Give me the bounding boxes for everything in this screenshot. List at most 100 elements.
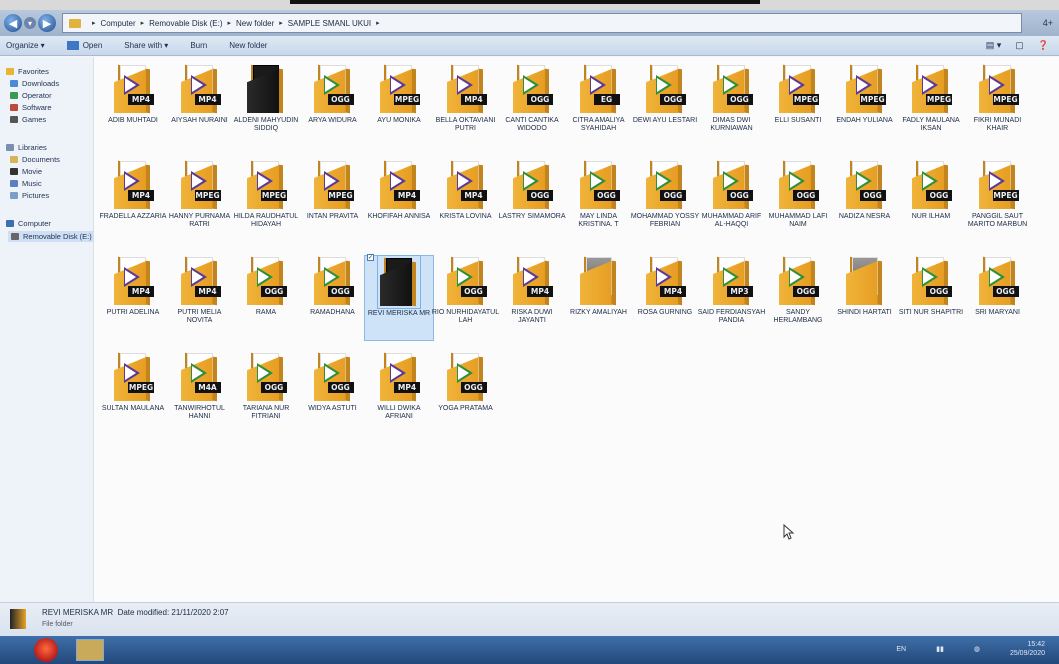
folder-item[interactable]: MPEG ELLI SUSANTI [763,63,833,125]
folder-item[interactable]: OGG SRI MARYANI [963,255,1033,317]
breadcrumb-item-new-folder[interactable]: New folder [236,19,274,28]
folder-item[interactable]: MP4 RISKA DUWI JAYANTI [497,255,567,326]
folder-item[interactable]: EG CITRA AMALIYA SYAHIDAH [564,63,634,134]
start-button[interactable] [34,638,58,662]
folder-item[interactable]: ✓ REVI MERISKA MR [364,254,434,341]
folder-item[interactable]: MP4 ADIB MUHTADI [98,63,168,125]
folder-item[interactable]: MP4 WILLI DWIKA AFRIANI [364,351,434,422]
breadcrumb[interactable]: ▸ Computer ▸ Removable Disk (E:) ▸ New f… [62,13,1022,33]
folder-item[interactable]: OGG SITI NUR SHAPITRI [896,255,966,317]
new-folder-button[interactable]: New folder [229,41,267,50]
nav-favorites[interactable]: Favorites [6,67,49,76]
folder-item[interactable]: MP4 PUTRI MELIA NOVITA [165,255,235,326]
folder-icon: OGG [445,351,487,403]
folder-item[interactable]: OGG RIO NURHIDAYATUL LAH [431,255,501,326]
nav-downloads[interactable]: Downloads [10,79,59,88]
folder-item[interactable]: OGG RAMA [231,255,301,317]
format-badge: OGG [261,382,287,393]
nav-documents[interactable]: Documents [10,155,60,164]
format-badge: OGG [926,286,952,297]
folder-item[interactable]: OGG RAMADHANA [298,255,368,317]
folder-item[interactable]: OGG YOGA PRATAMA [431,351,501,413]
folder-item[interactable]: OGG MAY LINDA KRISTINA. T [564,159,634,230]
folder-item[interactable]: MPEG INTAN PRAVITA [298,159,368,221]
nav-pictures[interactable]: Pictures [10,191,49,200]
nav-music[interactable]: Music [10,179,42,188]
clock[interactable]: 15:42 25/09/2020 [1010,640,1045,658]
burn-button[interactable]: Burn [190,41,207,50]
organize-button[interactable]: Organize ▾ [6,41,45,50]
folder-item[interactable]: MPEG FIKRI MUNADI KHAIR [963,63,1033,134]
breadcrumb-item-computer[interactable]: Computer [101,19,136,28]
folder-item[interactable]: OGG LASTRY SIMAMORA [497,159,567,221]
folder-item[interactable]: OGG NUR ILHAM [896,159,966,221]
folder-item[interactable]: MPEG AYU MONIKA [364,63,434,125]
folder-item[interactable]: MP4 KRISTA LOVINA [431,159,501,221]
taskbar-explorer-button[interactable] [76,639,104,661]
format-badge: OGG [660,94,686,105]
pictures-icon [10,192,18,199]
folder-item[interactable]: MP4 KHOFIFAH ANNISA [364,159,434,221]
folder-item[interactable]: MP4 FRADELLA AZZARIA [98,159,168,221]
network-icon[interactable]: ▮▮ [936,645,944,653]
folder-label: INTAN PRAVITA [306,213,359,220]
folder-label: SRI MARYANI [975,309,1020,316]
folder-item[interactable]: OGG CANTI CANTIKA WIDODO [497,63,567,134]
folder-item[interactable]: MP4 PUTRI ADELINA [98,255,168,317]
history-dropdown-icon[interactable]: ▾ [24,17,36,29]
help-icon[interactable]: ❓ [1038,40,1049,51]
nav-games[interactable]: Games [10,115,46,124]
view-options-icon[interactable]: ▤ ▾ [986,40,1002,51]
folder-item[interactable]: MPEG SULTAN MAULANA [98,351,168,413]
folder-item[interactable]: SHINDI HARTATI [830,255,900,317]
folder-icon: OGG [644,63,686,115]
folder-icon: OGG [578,159,620,211]
folder-label: FADLY MAULANA IKSAN [902,117,960,133]
language-indicator[interactable]: EN [896,646,906,653]
folder-item[interactable]: OGG ARYA WIDURA [298,63,368,125]
back-icon[interactable]: ◀ [4,14,22,32]
forward-icon[interactable]: ▶ [38,14,56,32]
open-button[interactable]: Open [66,41,102,50]
folder-item[interactable]: OGG WIDYA ASTUTI [298,351,368,413]
folder-item[interactable]: RIZKY AMALIYAH [564,255,634,317]
folder-item[interactable]: OGG MUHAMMAD LAFI NAIM [763,159,833,230]
format-badge: MP4 [394,190,420,201]
folder-item[interactable]: M4A TANWIRHOTUL HANNI [165,351,235,422]
folder-item[interactable]: OGG DIMAS DWI KURNIAWAN [697,63,767,134]
preview-pane-icon[interactable]: ▢ [1015,40,1024,51]
folder-label: CITRA AMALIYA SYAHIDAH [572,117,625,133]
nav-operator[interactable]: Operator [10,91,52,100]
folder-item[interactable]: MP4 ROSA GURNING [630,255,700,317]
folder-item[interactable]: MP4 AIYSAH NURAINI [165,63,235,125]
folder-item[interactable]: OGG NADIZA NESRA [830,159,900,221]
folder-item[interactable]: OGG MUHAMMAD ARIF AL-HAQQI [697,159,767,230]
folder-item[interactable]: OGG SANDY HERLAMBANG [763,255,833,326]
folder-item[interactable]: MPEG HILDA RAUDHATUL HIDAYAH [231,159,301,230]
folder-item[interactable]: MPEG FADLY MAULANA IKSAN [896,63,966,134]
refresh-button[interactable]: 4+ [1043,18,1053,28]
folder-item[interactable]: OGG MOHAMMAD YOSSY FEBRIAN [630,159,700,230]
folder-item[interactable]: OGG DEWI AYU LESTARI [630,63,700,125]
folder-item[interactable]: MP3 SAID FERDIANSYAH PANDIA [697,255,767,326]
folder-item[interactable]: OGG TARIANA NUR FITRIANI [231,351,301,422]
nav-removable-disk[interactable]: Removable Disk (E:) [8,231,95,242]
folder-item[interactable]: MP4 BELLA OKTAVIANI PUTRI [431,63,501,134]
breadcrumb-item-removable-disk[interactable]: Removable Disk (E:) [149,19,222,28]
share-with-button[interactable]: Share with ▾ [124,41,168,50]
nav-computer[interactable]: Computer [6,219,51,228]
breadcrumb-item-current-folder[interactable]: SAMPLE SMANL UKUI [288,19,371,28]
folder-item[interactable]: MPEG ENDAH YULIANA [830,63,900,125]
nav-libraries[interactable]: Libraries [6,143,47,152]
folder-label: MUHAMMAD ARIF AL-HAQQI [701,213,762,229]
selection-checkbox[interactable]: ✓ [367,254,374,261]
nav-software[interactable]: Software [10,103,52,112]
volume-icon[interactable]: ◍ [974,645,980,653]
folder-label: REVI MERISKA MR [367,310,431,317]
folder-icon: OGG [844,159,886,211]
folder-item[interactable]: ALDENI MAHYUDIN SIDDIQ [231,63,301,134]
folder-icon: MPEG [378,63,420,115]
folder-item[interactable]: MPEG PANGGIL SAUT MARITO MARBUN [963,159,1033,230]
nav-movie[interactable]: Movie [10,167,42,176]
folder-item[interactable]: MPEG HANNY PURNAMA RATRI [165,159,235,230]
